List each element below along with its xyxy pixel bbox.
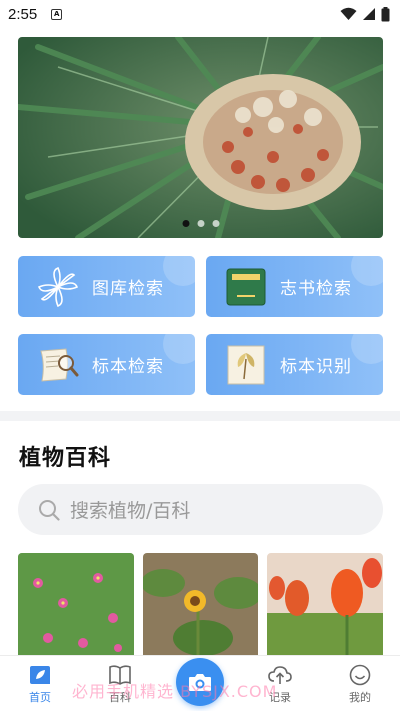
status-time: 2:55 [8, 5, 38, 23]
plant-thumbnails [18, 553, 384, 663]
tile-specimen-recognition[interactable]: 标本识别 [206, 334, 383, 395]
section-divider [0, 411, 400, 421]
plant-card[interactable] [18, 553, 134, 663]
camera-icon [189, 674, 211, 691]
smiley-icon [349, 664, 371, 686]
plant-card[interactable] [142, 553, 259, 663]
tab-home[interactable]: 首页 [0, 656, 80, 711]
scroll-magnifier-icon [36, 343, 80, 387]
feature-grid: 图库检索 志书检索 标本检索 标本识别 [18, 256, 383, 395]
tab-label: 记录 [269, 691, 291, 704]
carousel-dot[interactable] [197, 220, 204, 227]
tile-gazetteer-search[interactable]: 志书检索 [206, 256, 383, 317]
tab-records[interactable]: 记录 [240, 656, 320, 711]
cloud-upload-icon [268, 666, 292, 684]
tile-label: 标本识别 [280, 357, 352, 377]
leaf-specimen-icon [224, 343, 268, 387]
search-icon [39, 499, 60, 521]
plant-photo-pink-flowers [18, 553, 134, 663]
status-bar: 2:55 A [0, 0, 400, 28]
signal-icon [363, 8, 375, 20]
tile-label: 志书检索 [280, 279, 352, 299]
home-leaf-icon [30, 666, 50, 684]
battery-icon [381, 6, 390, 21]
tab-label: 百科 [109, 691, 131, 704]
tile-label: 图库检索 [92, 279, 164, 299]
plant-card[interactable] [267, 553, 384, 663]
plant-photo-tulips [267, 553, 384, 663]
tile-specimen-search[interactable]: 标本检索 [18, 334, 195, 395]
section-title: 植物百科 [19, 446, 112, 471]
carousel-indicator [182, 220, 219, 227]
tab-encyclopedia[interactable]: 百科 [80, 656, 160, 711]
pinwheel-icon [36, 265, 80, 309]
banner-image [18, 37, 383, 238]
tab-label: 首页 [29, 691, 51, 704]
tab-label: 我的 [349, 691, 371, 704]
tab-profile[interactable]: 我的 [320, 656, 400, 711]
wifi-icon [340, 7, 357, 20]
tile-label: 标本检索 [92, 357, 164, 377]
carousel-dot[interactable] [212, 220, 219, 227]
plant-photo-sunflower [142, 553, 259, 663]
camera-button[interactable] [176, 658, 224, 706]
tile-gallery-search[interactable]: 图库检索 [18, 256, 195, 317]
search-input[interactable]: 搜索植物/百科 [18, 484, 383, 535]
notification-a-icon: A [51, 8, 63, 20]
search-placeholder: 搜索植物/百科 [70, 500, 191, 522]
open-book-icon [109, 665, 131, 685]
carousel-dot[interactable] [182, 220, 189, 227]
banner-carousel[interactable] [18, 37, 383, 238]
book-icon [224, 265, 268, 309]
